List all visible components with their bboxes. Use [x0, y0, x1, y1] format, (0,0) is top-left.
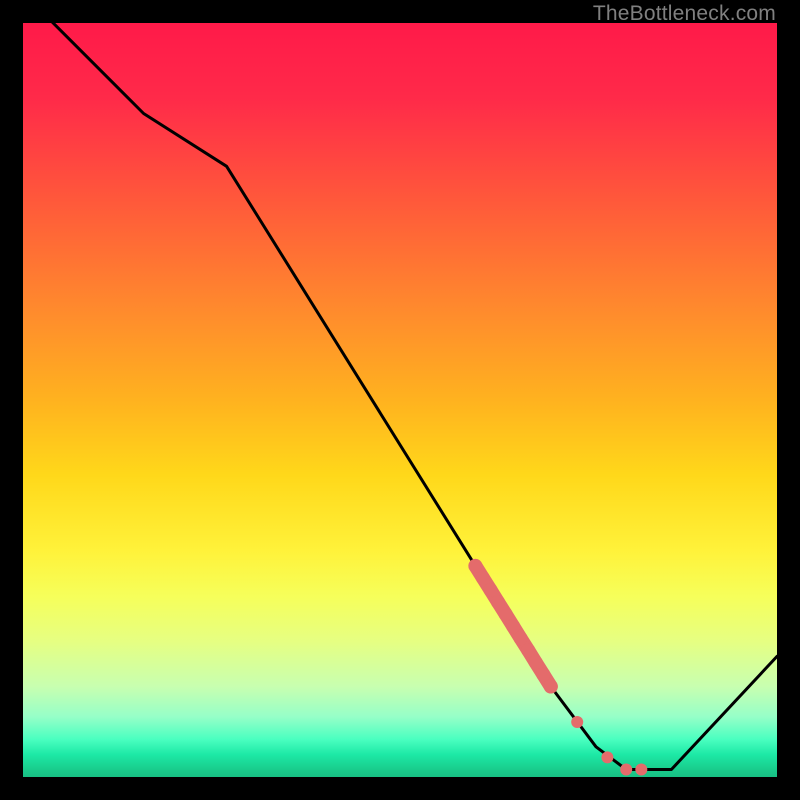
highlight-markers [468, 559, 557, 694]
curve-line [23, 0, 777, 770]
secondary-markers [571, 716, 647, 776]
chart-frame: TheBottleneck.com [0, 0, 800, 800]
chart-svg [23, 23, 777, 777]
watermark-text: TheBottleneck.com [593, 2, 776, 26]
plot-area [23, 23, 777, 777]
